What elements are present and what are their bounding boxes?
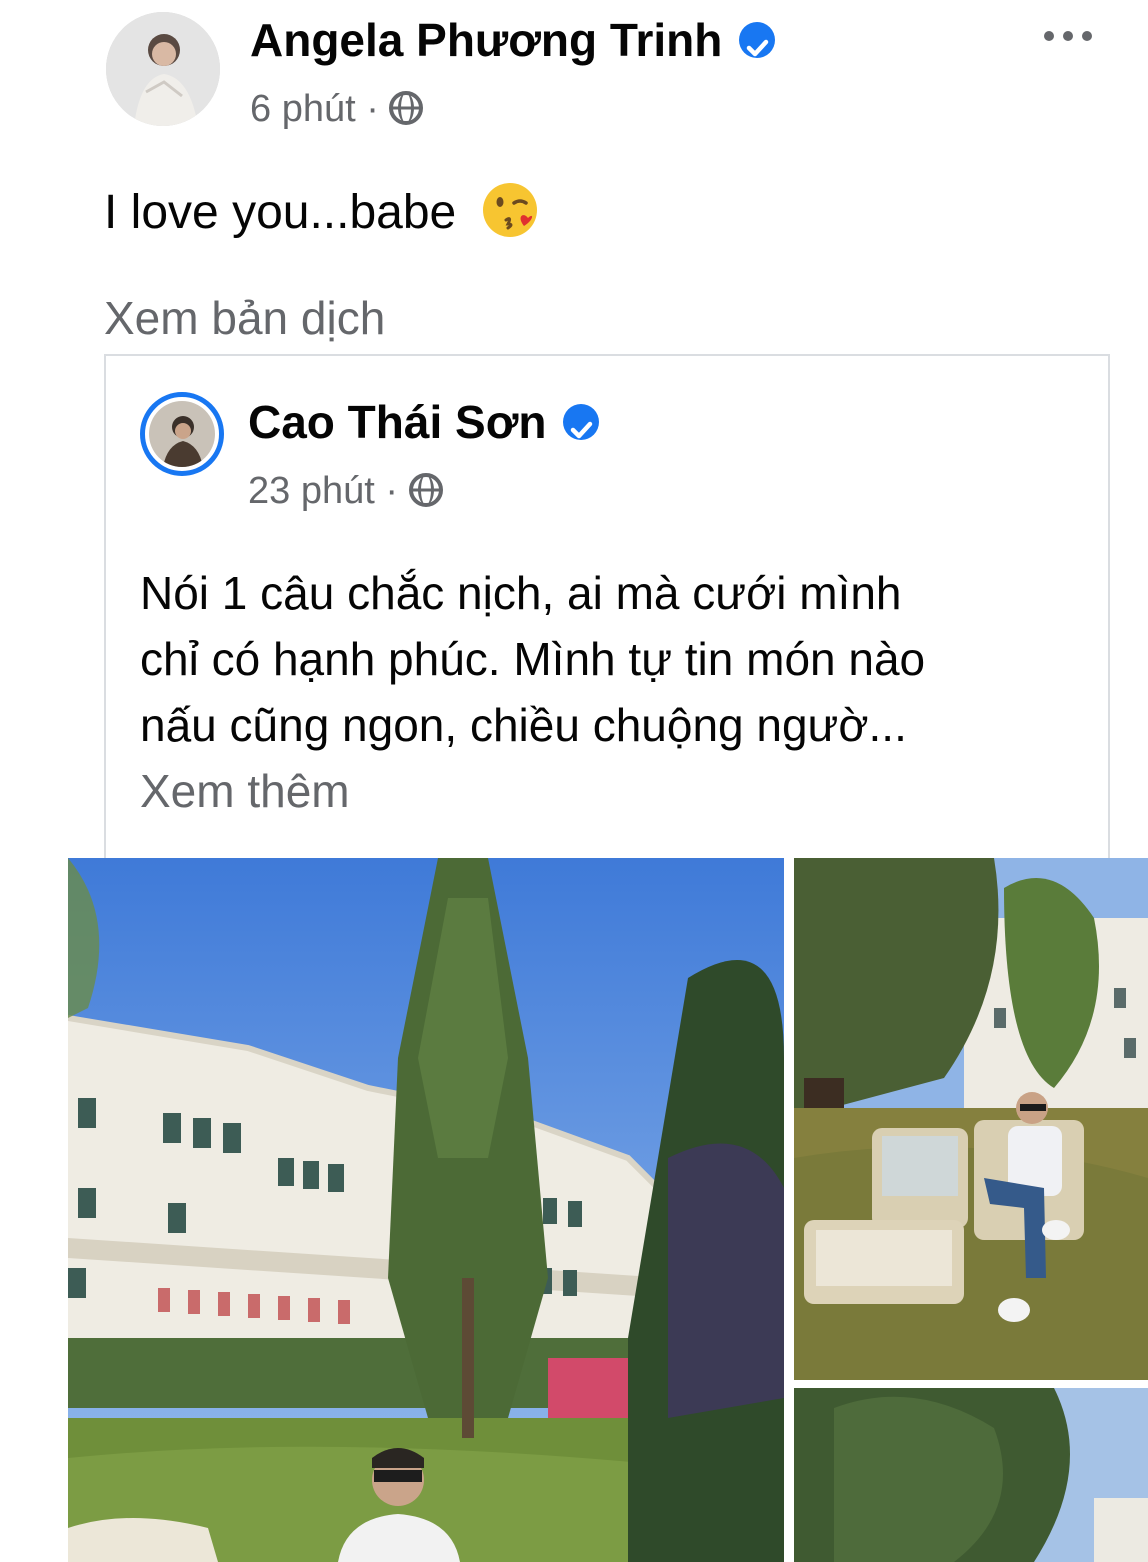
photo-top-right[interactable] [794, 858, 1148, 1380]
shared-text-line: chỉ có hạnh phúc. Mình tự tin món nào [140, 633, 926, 685]
author-name-text[interactable]: Angela Phương Trinh [250, 14, 722, 66]
globe-icon [408, 472, 443, 507]
photo-main[interactable] [68, 858, 784, 1562]
shared-post-meta: 23 phút · [248, 466, 443, 516]
shared-post-timestamp[interactable]: 23 phút [248, 470, 375, 512]
post-text: I love you...babe [104, 183, 542, 246]
post-meta: 6 phút · [250, 84, 424, 134]
post-author-name[interactable]: Angela Phương Trinh [250, 12, 776, 68]
trees-photo [794, 1388, 1148, 1562]
hotel-garden-photo [68, 858, 784, 1562]
shared-author-name-text[interactable]: Cao Thái Sơn [248, 396, 547, 448]
ellipsis-icon [1044, 31, 1092, 41]
post-timestamp[interactable]: 6 phút [250, 88, 356, 130]
meta-separator: · [385, 470, 399, 512]
garden-chairs-photo [794, 858, 1148, 1380]
shared-author-avatar[interactable] [140, 392, 224, 476]
photo-bottom-right[interactable] [794, 1388, 1148, 1562]
shared-avatar-photo [149, 401, 215, 467]
shared-author-name[interactable]: Cao Thái Sơn [248, 394, 600, 450]
more-options-button[interactable] [1040, 24, 1096, 48]
author-avatar[interactable] [106, 12, 220, 126]
see-translation-link[interactable]: Xem bản dịch [104, 290, 385, 346]
shared-text-line: Nói 1 câu chắc nịch, ai mà cưới mình [140, 567, 902, 619]
post-text-content: I love you...babe [104, 186, 457, 239]
globe-icon [389, 90, 424, 125]
kissing-face-emoji-icon [482, 183, 537, 238]
meta-separator: · [366, 88, 379, 130]
avatar-photo [106, 12, 220, 126]
verified-badge-icon [739, 21, 776, 58]
shared-text-line: nấu cũng ngon, chiều chuộng ngườ... [140, 699, 907, 751]
see-more-link[interactable]: Xem thêm [140, 758, 1100, 824]
verified-badge-icon [563, 403, 600, 440]
shared-post-text: Nói 1 câu chắc nịch, ai mà cưới mình chỉ… [140, 560, 1100, 824]
